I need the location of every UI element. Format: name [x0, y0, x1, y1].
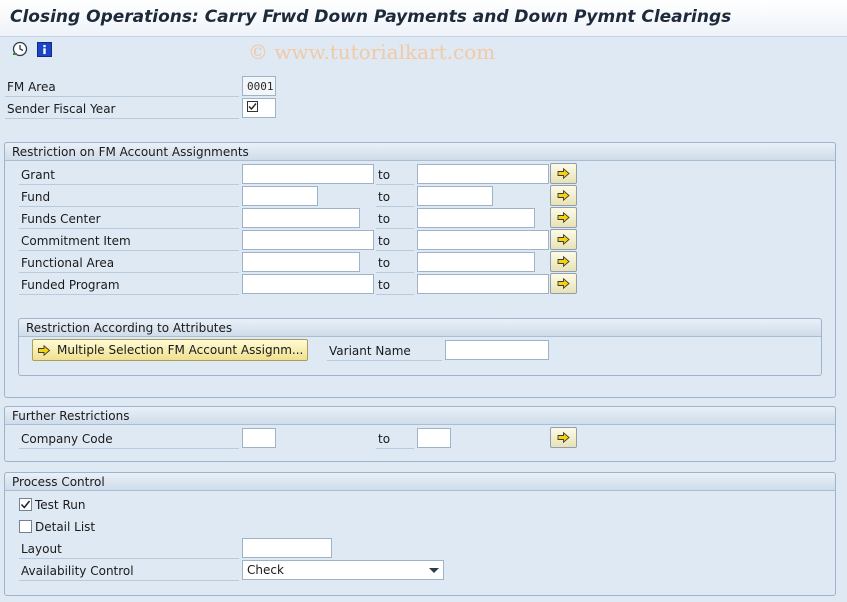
funds-center-underline: [19, 228, 239, 229]
execute-clock-icon[interactable]: [12, 41, 28, 57]
watermark: © www.tutorialkart.com: [248, 40, 496, 64]
funded-program-to-input[interactable]: [417, 274, 549, 294]
company-code-to-label: to: [378, 432, 391, 446]
functional-area-multiple-selection-button[interactable]: [550, 251, 577, 272]
availability-control-value: Check: [247, 563, 284, 577]
fund-label: Fund: [21, 190, 51, 204]
sender-fiscal-year-input[interactable]: [242, 98, 276, 118]
functional-area-underline: [19, 272, 239, 273]
arrow-right-icon: [557, 190, 570, 201]
variant-name-underline: [327, 360, 442, 361]
layout-label: Layout: [21, 542, 62, 556]
funds-center-label: Funds Center: [21, 212, 101, 226]
commitment-item-to-label: to: [378, 234, 391, 248]
company-code-to-input[interactable]: [417, 428, 451, 448]
grant-to-label: to: [378, 168, 391, 182]
multiple-selection-fm-label: Multiple Selection FM Account Assignm...: [57, 343, 304, 357]
checkmark-icon: [20, 500, 31, 509]
variant-name-input[interactable]: [445, 340, 549, 360]
fund-from-input[interactable]: [242, 186, 318, 206]
availability-control-label: Availability Control: [21, 564, 134, 578]
detail-list-label: Detail List: [35, 520, 96, 534]
chevron-down-icon: [429, 568, 439, 573]
funds-center-from-input[interactable]: [242, 208, 360, 228]
funded-program-to-label: to: [378, 278, 391, 292]
commitment-item-multiple-selection-button[interactable]: [550, 229, 577, 250]
functional-area-from-input[interactable]: [242, 252, 360, 272]
checkbox-checked-icon: [247, 101, 258, 112]
availability-control-underline: [19, 580, 239, 581]
funds-center-to-input[interactable]: [417, 208, 535, 228]
sender-fiscal-year-label: Sender Fiscal Year: [7, 102, 116, 116]
variant-name-label: Variant Name: [329, 344, 411, 358]
funded-program-multiple-selection-button[interactable]: [550, 273, 577, 294]
arrow-right-icon: [557, 234, 570, 245]
info-icon[interactable]: [36, 41, 52, 57]
grant-label: Grant: [21, 168, 55, 182]
layout-input[interactable]: [242, 538, 332, 558]
funded-program-to-underline: [376, 294, 414, 295]
test-run-checkbox[interactable]: [19, 498, 32, 511]
fm-area-underline: [5, 96, 239, 97]
arrow-right-icon: [557, 168, 570, 179]
fund-to-underline: [376, 206, 414, 207]
fund-underline: [19, 206, 239, 207]
functional-area-to-label: to: [378, 256, 391, 270]
fund-to-label: to: [378, 190, 391, 204]
commitment-item-to-underline: [376, 250, 414, 251]
funds-center-to-label: to: [378, 212, 391, 226]
page-title: Closing Operations: Carry Frwd Down Paym…: [10, 7, 732, 27]
funds-center-multiple-selection-button[interactable]: [550, 207, 577, 228]
test-run-label: Test Run: [35, 498, 86, 512]
grant-from-input[interactable]: [242, 164, 374, 184]
commitment-item-underline: [19, 250, 239, 251]
funded-program-from-input[interactable]: [242, 274, 374, 294]
process-control-title: Process Control: [5, 473, 835, 491]
grant-multiple-selection-button[interactable]: [550, 163, 577, 184]
arrow-right-icon: [557, 278, 570, 289]
availability-control-select[interactable]: Check: [242, 560, 444, 580]
commitment-item-from-input[interactable]: [242, 230, 374, 250]
further-restrictions-title: Further Restrictions: [5, 407, 835, 425]
funded-program-label: Funded Program: [21, 278, 120, 292]
arrow-right-icon: [557, 432, 570, 443]
attributes-title: Restriction According to Attributes: [19, 319, 821, 337]
grant-underline: [19, 184, 239, 185]
fm-area-input[interactable]: 0001: [242, 76, 276, 96]
company-code-label: Company Code: [21, 432, 113, 446]
funded-program-underline: [19, 294, 239, 295]
grant-to-input[interactable]: [417, 164, 549, 184]
company-code-to-underline: [376, 448, 414, 449]
restriction-fm-title: Restriction on FM Account Assignments: [5, 143, 835, 161]
fund-to-input[interactable]: [417, 186, 493, 206]
fund-multiple-selection-button[interactable]: [550, 185, 577, 206]
functional-area-label: Functional Area: [21, 256, 115, 270]
sender-fiscal-year-underline: [5, 118, 239, 119]
fm-area-label: FM Area: [7, 80, 56, 94]
functional-area-to-input[interactable]: [417, 252, 535, 272]
funds-center-to-underline: [376, 228, 414, 229]
arrow-right-icon: [557, 256, 570, 267]
company-code-multiple-selection-button[interactable]: [550, 427, 577, 448]
company-code-underline: [19, 448, 239, 449]
detail-list-checkbox[interactable]: [19, 520, 32, 533]
commitment-item-to-input[interactable]: [417, 230, 549, 250]
grant-to-underline: [376, 184, 414, 185]
commitment-item-label: Commitment Item: [21, 234, 131, 248]
functional-area-to-underline: [376, 272, 414, 273]
layout-underline: [19, 558, 239, 559]
arrow-right-icon: [557, 212, 570, 223]
arrow-right-icon: [38, 344, 51, 356]
company-code-from-input[interactable]: [242, 428, 276, 448]
multiple-selection-fm-button[interactable]: Multiple Selection FM Account Assignm...: [32, 339, 309, 361]
